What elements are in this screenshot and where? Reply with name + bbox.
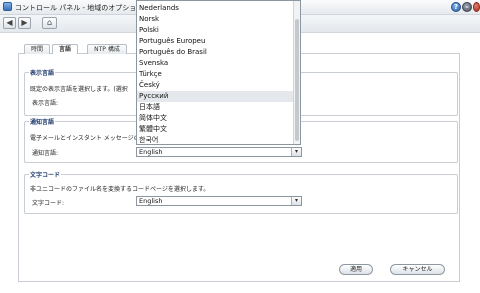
chevron-down-icon[interactable]: ▾ <box>291 197 301 205</box>
tab-language[interactable]: 言語 <box>52 44 78 54</box>
notification-language-select[interactable]: English ▾ <box>136 147 302 157</box>
minimize-icon[interactable]: – <box>462 2 472 12</box>
dropdown-option-highlighted[interactable]: Русский <box>137 91 294 102</box>
display-language-label: 表示言語: <box>32 100 59 107</box>
control-panel-icon <box>3 2 12 11</box>
codepage-label: 文字コード: <box>32 200 65 207</box>
dropdown-option[interactable]: 日本語 <box>139 102 160 113</box>
dropdown-option[interactable]: Türkçe <box>139 69 162 80</box>
dropdown-option[interactable]: Nederlands <box>139 3 179 14</box>
codepage-description: 非ユニコードのファイル名を変換するコードページを選択します。 <box>30 186 210 193</box>
notification-language-description: 電子メールとインスタント メッセージの <box>30 135 140 142</box>
apply-button[interactable]: 適用 <box>339 264 373 275</box>
close-icon[interactable] <box>473 2 480 12</box>
codepage-select[interactable]: English ▾ <box>136 196 302 206</box>
codepage-heading: 文字コード <box>30 172 61 179</box>
forward-arrow-icon[interactable]: ▶ <box>18 17 31 29</box>
dropdown-option[interactable]: Český <box>139 80 160 91</box>
tab-ntp[interactable]: NTP 構成 <box>87 44 127 54</box>
chevron-down-icon[interactable]: ▾ <box>291 148 301 156</box>
dropdown-option[interactable]: Polski <box>139 25 159 36</box>
dropdown-scrollbar[interactable] <box>293 1 300 144</box>
display-language-heading: 表示言語 <box>30 70 55 77</box>
notification-language-label: 通知言語: <box>32 150 59 157</box>
dropdown-option[interactable]: 繁體中文 <box>139 124 167 135</box>
language-dropdown-list[interactable]: Nederlands Norsk Polski Português Europe… <box>136 0 301 145</box>
back-arrow-icon[interactable]: ◀ <box>3 17 16 29</box>
dropdown-option[interactable]: Svenska <box>139 58 168 69</box>
dropdown-option[interactable]: Português do Brasil <box>139 47 207 58</box>
dropdown-option[interactable]: Norsk <box>139 14 159 25</box>
display-language-description: 既定の表示言語を選択します。(選択 <box>30 86 128 93</box>
codepage-value: English <box>139 197 163 205</box>
window-title: コントロール パネル - 地域のオプション <box>15 4 144 12</box>
dropdown-option[interactable]: 简体中文 <box>139 113 167 124</box>
cancel-button[interactable]: キャンセル <box>390 264 445 275</box>
scrollbar-thumb[interactable] <box>295 19 299 141</box>
tab-time[interactable]: 時間 <box>24 44 50 54</box>
help-icon[interactable]: ? <box>451 2 461 12</box>
home-icon[interactable]: ⌂ <box>42 17 57 29</box>
dropdown-option[interactable]: Português Europeu <box>139 36 205 47</box>
dropdown-option[interactable]: 한국어 <box>139 135 158 144</box>
notification-language-value: English <box>139 148 163 156</box>
notification-language-heading: 通知言語 <box>30 119 55 126</box>
